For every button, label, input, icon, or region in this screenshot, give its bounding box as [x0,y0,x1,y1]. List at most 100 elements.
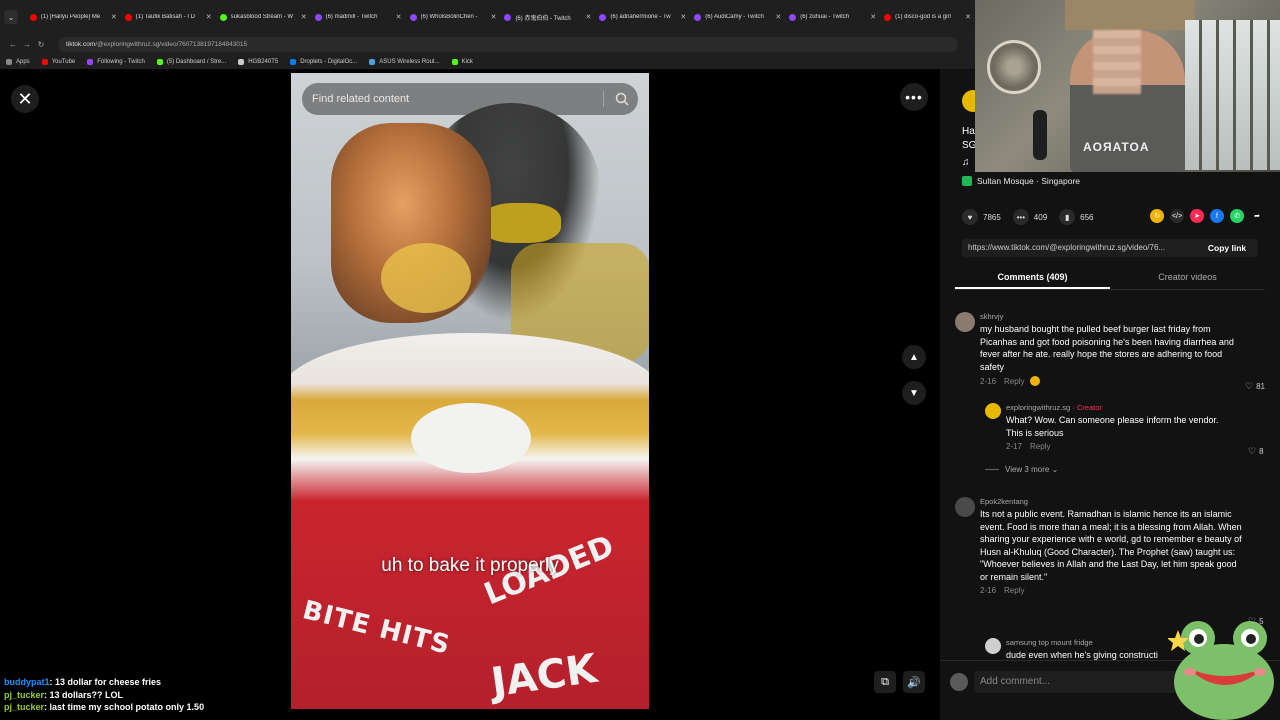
embed-icon[interactable]: </> [1170,209,1184,223]
picture-in-picture-icon[interactable]: ⧉ [874,671,896,693]
tab-title: (1) disco-god is a girl [895,14,951,20]
tab-close-icon[interactable]: ✕ [396,13,402,21]
tab-close-icon[interactable]: ✕ [491,13,497,21]
browser-tab[interactable]: (1) [Hallyu People] Me ✕ [26,6,121,28]
comment-item: skhrvjy my husband bought the pulled bee… [955,312,1245,386]
reply-button[interactable]: Reply [1004,586,1024,595]
tab-title: (1) Taufik Batisah - I D [135,14,195,20]
avatar[interactable] [955,497,975,517]
bookmark-kick[interactable]: Kick [451,58,473,65]
chevron-up-icon[interactable]: ▲ [902,345,926,369]
browser-tab[interactable]: (1) disco-god is a girl ✕ [880,6,975,28]
webcam-shirt-text: AOЯATOA [1083,140,1150,154]
share-arrow-icon[interactable]: ➦ [1250,209,1264,223]
bookmark-digitalocean[interactable]: Droplets - DigitalOc... [290,58,357,65]
view-more-replies-button[interactable]: View 3 more ⌄ [985,465,1058,474]
search-icon[interactable] [612,89,632,109]
tab-search-icon[interactable]: ⌄ [4,10,18,24]
add-comment-input[interactable]: Add comment... [974,671,1194,693]
bookmark-icon: ▮ [1059,209,1076,225]
chevron-down-icon[interactable]: ▼ [902,381,926,405]
save-count: 656 [1080,212,1094,222]
address-bar: ← → ↻ tiktok.com/@exploringwithruz.sg/vi… [0,34,975,54]
comment-button[interactable]: ••• 409 [1012,209,1047,225]
whatsapp-icon[interactable]: ✆ [1230,209,1244,223]
repost-icon[interactable]: ↻ [1150,209,1164,223]
bookmark-router[interactable]: HGB240T5 [238,58,278,65]
chat-message: buddypat1: 13 dollar for cheese fries [4,677,162,687]
tab-favicon [219,13,227,21]
back-icon[interactable]: ← [6,40,20,49]
browser-tab[interactable]: (6) adriahermione - Tw ✕ [595,6,690,28]
heart-outline-icon: ♡ [1245,381,1254,391]
chevron-down-icon: ⌄ [1051,465,1059,474]
tab-favicon [599,13,607,21]
location-tag[interactable]: Sultan Mosque · Singapore [962,176,1080,186]
url-field[interactable]: tiktok.com/@exploringwithruz.sg/video/76… [58,36,958,52]
streamer-webcam: AOЯATOA [975,0,1280,172]
tab-comments[interactable]: Comments (409) [955,268,1110,289]
tab-close-icon[interactable]: ✕ [775,13,781,21]
chat-username: pj_tucker [4,689,45,700]
reply-username: exploringwithruz.sg [1006,403,1071,412]
webcam-face-blur [1093,30,1141,94]
reply-button[interactable]: Reply [1004,377,1024,386]
tab-favicon [504,13,512,21]
more-options-icon[interactable]: ••• [900,83,928,111]
bookmark-twitch-following[interactable]: Following - Twitch [87,58,145,65]
search-input[interactable]: Find related content [312,93,603,105]
bookmark-asus[interactable]: ASUS Wireless Rout... [369,58,440,65]
browser-tab[interactable]: (6) zuhuai - Twitch ✕ [785,6,880,28]
bookmark-dashboard[interactable]: (5) Dashboard / Stre... [156,58,226,65]
bookmark-apps[interactable]: Apps [6,58,30,65]
comment-username[interactable]: skhrvjy [980,312,1245,321]
tab-close-icon[interactable]: ✕ [680,13,686,21]
chat-message: pj_tucker: 13 dollars?? LOL [4,689,124,700]
music-icon[interactable]: ♫ [962,157,970,168]
avatar[interactable] [955,312,975,332]
copy-link-button[interactable]: Copy link [1196,239,1258,257]
volume-icon[interactable]: 🔊 [903,671,925,693]
tab-close-icon[interactable]: ✕ [585,13,591,21]
share-link-text[interactable]: https://www.tiktok.com/@exploringwithruz… [962,239,1196,257]
bookmark-youtube[interactable]: YouTube [41,58,75,65]
kick-icon [156,58,163,65]
comments-list: skhrvjy my husband bought the pulled bee… [955,312,1270,660]
browser-tab[interactable]: sukasblood Stream - W ✕ [216,6,311,28]
tab-close-icon[interactable]: ✕ [206,13,212,21]
tab-close-icon[interactable]: ✕ [301,13,307,21]
tab-close-icon[interactable]: ✕ [111,13,117,21]
browser-tab[interactable]: (6) 赤鬼伯伯 - Twitch ✕ [500,6,595,28]
like-button[interactable]: ♥ 7865 [962,209,1001,225]
comment-username[interactable]: Epok2kentang [980,497,1245,506]
comment-username[interactable]: exploringwithruz.sg · Creator [1006,403,1230,412]
comment-like[interactable]: ♡ 8 [1248,446,1264,457]
video-cheese-shape [381,243,471,313]
tab-close-icon[interactable]: ✕ [965,13,971,21]
youtube-icon [41,58,48,65]
tab-close-icon[interactable]: ✕ [870,13,876,21]
browser-tab[interactable]: (6) AudiCamy - Twitch ✕ [690,6,785,28]
view-more-label: View 3 more [1005,465,1050,474]
avatar[interactable] [985,638,1001,654]
comment-like[interactable]: ♡ 81 [1245,381,1265,392]
browser-tab[interactable]: (1) Taufik Batisah - I D ✕ [121,6,216,28]
send-icon[interactable]: ➤ [1190,209,1204,223]
related-search-bar[interactable]: Find related content [302,83,638,115]
avatar[interactable] [985,403,1001,419]
browser-tab[interactable]: (6) WholsBolinChen - ✕ [406,6,501,28]
tab-creator-videos[interactable]: Creator videos [1110,268,1265,289]
frog-mascot-overlay [1168,621,1274,720]
close-icon[interactable]: ✕ [11,85,39,113]
video-player[interactable]: BITE HITS LOADED JACK [291,73,649,709]
comment-body: samsung top mount fridge dude even when … [1006,638,1158,660]
browser-tab[interactable]: (6) madmill - Twitch ✕ [311,6,406,28]
forward-icon[interactable]: → [20,40,34,49]
reload-icon[interactable]: ↻ [34,40,48,49]
save-button[interactable]: ▮ 656 [1059,209,1094,225]
facebook-icon[interactable]: f [1210,209,1224,223]
comment-username[interactable]: samsung top mount fridge [1006,638,1158,647]
tab-title: (6) zuhuai - Twitch [800,14,850,20]
comment-body: skhrvjy my husband bought the pulled bee… [980,312,1245,386]
reply-button[interactable]: Reply [1030,442,1050,451]
